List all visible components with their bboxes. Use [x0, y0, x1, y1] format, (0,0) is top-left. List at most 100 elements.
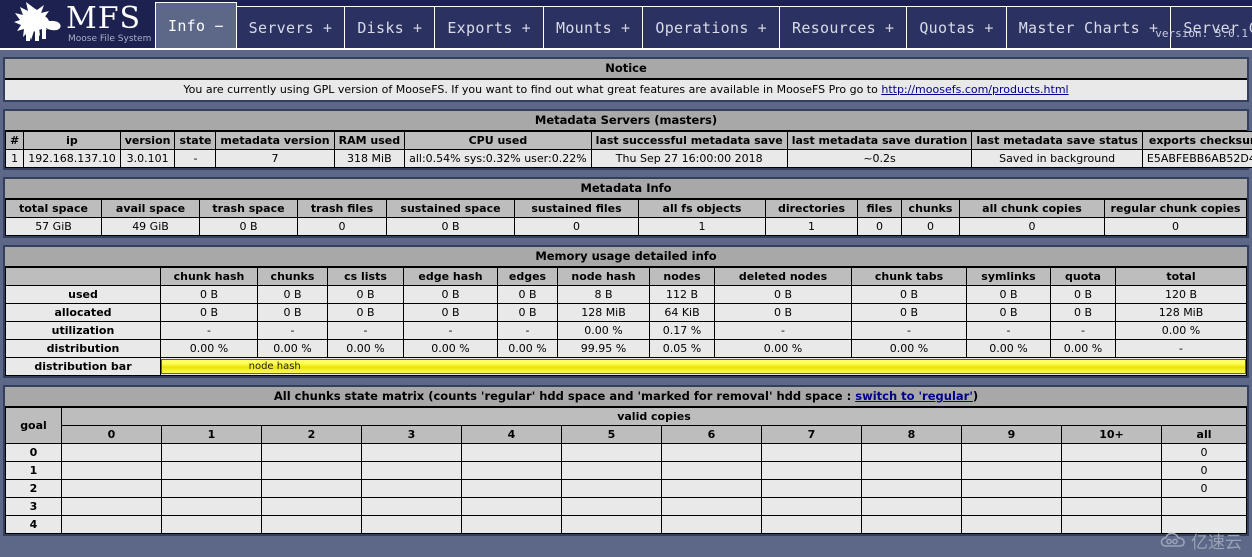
tab-info[interactable]: Info −: [155, 2, 237, 48]
col-sustained-files[interactable]: sustained files: [514, 199, 639, 218]
mfs-logo[interactable]: MFS Moose File System: [0, 0, 155, 48]
cell-copies-0: [61, 515, 162, 534]
distribution-bar-cell: node hash: [160, 357, 1247, 376]
col-regular-chunk-copies[interactable]: regular chunk copies: [1104, 199, 1247, 218]
col-last-successful-save[interactable]: last successful metadata save: [590, 131, 788, 150]
col-files[interactable]: files: [857, 199, 902, 218]
notice-body: You are currently using GPL version of M…: [5, 79, 1247, 100]
cell-utilization-nodes: 0.17 %: [649, 321, 715, 340]
tab-quotas[interactable]: Quotas +: [906, 6, 1007, 48]
table-row: 1 192.168.137.10 3.0.101 - 7 318 MiB all…: [4, 149, 1252, 168]
cell-cpu-used: all:0.54% sys:0.32% user:0.22%: [404, 149, 592, 168]
cell-chunks: 0: [901, 217, 960, 236]
cell-utilization-edge-hash: -: [403, 321, 498, 340]
col-symlinks: symlinks: [966, 267, 1051, 286]
metadata-servers-title: Metadata Servers (masters): [5, 111, 1247, 131]
cell-copies-4: [461, 461, 562, 480]
col-metadata-version[interactable]: metadata version: [215, 131, 335, 150]
page-content: Notice You are currently using GPL versi…: [0, 57, 1252, 536]
cell-copies-all: 0: [1161, 461, 1247, 480]
plus-icon: +: [984, 18, 994, 37]
cell-copies-7: [761, 497, 862, 516]
cell-trash-space: 0 B: [199, 217, 298, 236]
col-avail-space[interactable]: avail space: [101, 199, 200, 218]
table-header-row: 0 1 2 3 4 5 6 7 8 9 10+ all: [6, 425, 1247, 444]
cell-version: 3.0.101: [119, 149, 176, 168]
col-ip[interactable]: ip: [23, 131, 121, 150]
col-state[interactable]: state: [174, 131, 217, 150]
cell-copies-5: [561, 497, 662, 516]
col-all-chunk-copies[interactable]: all chunk copies: [959, 199, 1105, 218]
col-version[interactable]: version: [119, 131, 176, 150]
col-exports-checksum[interactable]: exports checksum: [1141, 131, 1252, 150]
col-chunks[interactable]: chunks: [901, 199, 960, 218]
table-row-allocated: allocated 0 B 0 B 0 B 0 B 0 B 128 MiB 64…: [5, 303, 1247, 322]
cell-copies-5: [561, 515, 662, 534]
cell-copies-5: [561, 461, 662, 480]
tab-master-charts[interactable]: Master Charts +: [1005, 6, 1172, 48]
cell-used-deleted-nodes: 0 B: [714, 285, 852, 304]
col-trash-files[interactable]: trash files: [297, 199, 387, 218]
cell-copies-8: [861, 461, 962, 480]
cell-index: 1: [4, 149, 25, 168]
col-copies-4: 4: [461, 425, 562, 444]
cell-files: 0: [857, 217, 902, 236]
col-chunk-hash: chunk hash: [160, 267, 258, 286]
tab-mounts-label: Mounts: [556, 18, 613, 37]
cell-copies-3: [361, 497, 462, 516]
col-index[interactable]: #: [4, 131, 25, 150]
tab-exports[interactable]: Exports +: [434, 6, 545, 48]
cell-copies-6: [661, 497, 762, 516]
notice-text: You are currently using GPL version of M…: [183, 83, 882, 96]
cell-distribution-deleted-nodes: 0.00 %: [714, 339, 852, 358]
col-ram-used[interactable]: RAM used: [333, 131, 406, 150]
cell-allocated-chunk-tabs: 0 B: [851, 303, 967, 322]
row-label-distribution-bar: distribution bar: [5, 357, 161, 376]
tab-master-charts-label: Master Charts: [1018, 18, 1140, 37]
col-chunks: chunks: [257, 267, 328, 286]
col-valid-copies-group: valid copies: [61, 407, 1247, 426]
cell-copies-8: [861, 497, 962, 516]
tab-disks[interactable]: Disks +: [344, 6, 436, 48]
metadata-info-title: Metadata Info: [5, 179, 1247, 199]
col-trash-space[interactable]: trash space: [199, 199, 298, 218]
cell-copies-2: [261, 479, 362, 498]
cell-distribution-total: -: [1115, 339, 1247, 358]
cell-save-duration: ~0.2s: [786, 149, 973, 168]
tab-resources[interactable]: Resources +: [779, 6, 908, 48]
cell-copies-9: [961, 461, 1062, 480]
tab-servers[interactable]: Servers +: [235, 6, 346, 48]
chunks-matrix-body: 0 0 1 0 2 0 3 4: [5, 443, 1247, 534]
metadata-info-table: total space avail space trash space tras…: [5, 199, 1247, 236]
cell-utilization-chunk-tabs: -: [851, 321, 967, 340]
memory-usage-title: Memory usage detailed info: [5, 247, 1247, 267]
cell-used-chunk-hash: 0 B: [160, 285, 258, 304]
switch-to-regular-link[interactable]: switch to 'regular': [855, 389, 973, 403]
col-save-status[interactable]: last metadata save status: [971, 131, 1143, 150]
col-cpu-used[interactable]: CPU used: [404, 131, 592, 150]
cell-copies-7: [761, 515, 862, 534]
table-row-distribution: distribution 0.00 % 0.00 % 0.00 % 0.00 %…: [5, 339, 1247, 358]
cell-copies-6: [661, 443, 762, 462]
col-directories[interactable]: directories: [765, 199, 858, 218]
col-save-duration[interactable]: last metadata save duration: [786, 131, 973, 150]
plus-icon: +: [413, 18, 423, 37]
tab-mounts[interactable]: Mounts +: [543, 6, 644, 48]
table-row: 0 0: [5, 443, 1247, 462]
cell-copies-all: [1161, 497, 1247, 516]
col-copies-6: 6: [661, 425, 762, 444]
version-label: version: 3.0.1: [1155, 27, 1248, 40]
cell-copies-4: [461, 515, 562, 534]
moosefs-products-link[interactable]: http://moosefs.com/products.html: [881, 83, 1068, 96]
tab-operations[interactable]: Operations +: [642, 6, 781, 48]
cell-copies-1: [161, 443, 262, 462]
cell-utilization-quota: -: [1050, 321, 1116, 340]
plus-icon: +: [757, 18, 768, 37]
cell-used-chunk-tabs: 0 B: [851, 285, 967, 304]
cell-copies-0: [61, 479, 162, 498]
col-total-space[interactable]: total space: [5, 199, 102, 218]
col-sustained-space[interactable]: sustained space: [386, 199, 515, 218]
cell-used-quota: 0 B: [1050, 285, 1116, 304]
cell-utilization-edges: -: [497, 321, 558, 340]
col-all-fs-objects[interactable]: all fs objects: [638, 199, 766, 218]
